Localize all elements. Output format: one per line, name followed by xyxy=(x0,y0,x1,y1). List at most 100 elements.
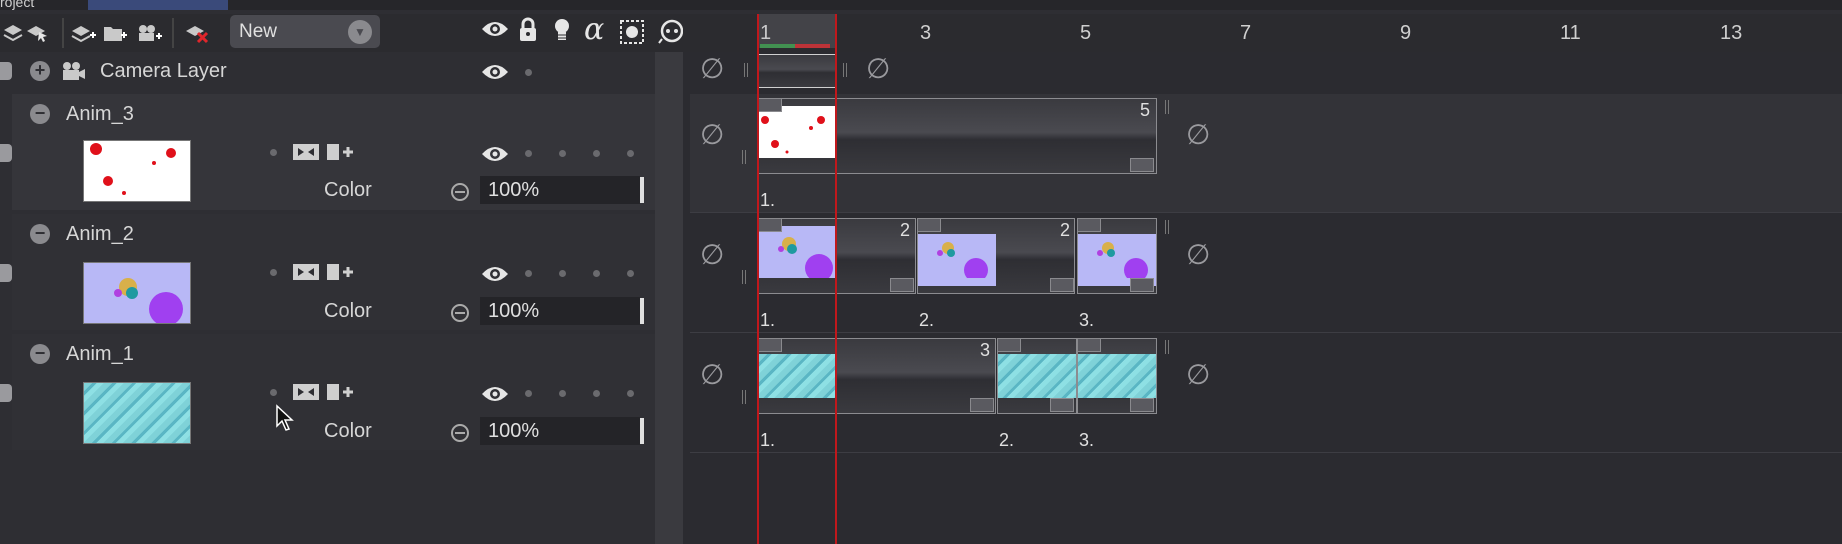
opacity-field[interactable]: 100% xyxy=(480,297,640,325)
camera-clip[interactable] xyxy=(758,54,836,88)
add-param-icon[interactable] xyxy=(326,383,356,406)
eye-icon[interactable] xyxy=(481,19,509,45)
clip-grip[interactable] xyxy=(843,63,849,77)
option-dot[interactable] xyxy=(559,270,566,277)
delete-layer-icon[interactable] xyxy=(184,20,210,46)
clip-grip[interactable] xyxy=(742,150,748,164)
timeline-ruler[interactable]: 1 3 5 7 9 11 13 xyxy=(683,14,1842,52)
clip-end-handle[interactable] xyxy=(1050,278,1074,292)
eye-icon[interactable] xyxy=(481,264,509,289)
option-dot[interactable] xyxy=(525,270,532,277)
blend-mode-icon[interactable] xyxy=(292,143,320,165)
onion-skin-icon[interactable] xyxy=(658,19,686,50)
option-dot[interactable] xyxy=(593,150,600,157)
layer-thumbnail[interactable] xyxy=(83,262,191,326)
panel-splitter[interactable] xyxy=(655,52,683,544)
sequence-label: 1. xyxy=(760,310,776,330)
option-dot[interactable] xyxy=(525,69,532,76)
clip-grip[interactable] xyxy=(742,270,748,284)
option-dot[interactable] xyxy=(593,390,600,397)
clip-start-handle[interactable] xyxy=(758,98,782,112)
clip-start-handle[interactable] xyxy=(997,338,1021,352)
clip-end-handle[interactable] xyxy=(890,278,914,292)
layer-type-dropdown[interactable]: New ▼ xyxy=(230,15,380,48)
null-keyframe-icon[interactable]: ∅ xyxy=(1186,118,1210,151)
eye-icon[interactable] xyxy=(481,62,509,87)
null-keyframe-icon[interactable]: ∅ xyxy=(700,52,724,85)
opacity-field[interactable]: 100% xyxy=(480,417,640,445)
option-dot[interactable] xyxy=(593,270,600,277)
add-folder-icon[interactable] xyxy=(102,20,128,46)
sequence-label: 3. xyxy=(1079,430,1095,450)
clip-end-handle[interactable] xyxy=(1130,398,1154,412)
eye-icon[interactable] xyxy=(481,144,509,169)
add-camera-icon[interactable] xyxy=(136,20,162,46)
light-bulb-icon[interactable] xyxy=(552,17,572,48)
opacity-slider-handle[interactable] xyxy=(640,177,644,203)
remove-param-icon[interactable] xyxy=(450,423,470,448)
opacity-slider-handle[interactable] xyxy=(640,418,644,444)
null-keyframe-icon[interactable]: ∅ xyxy=(700,238,724,271)
option-dot[interactable] xyxy=(525,150,532,157)
clip-end-handle[interactable] xyxy=(1050,398,1074,412)
playhead-end-line[interactable] xyxy=(835,14,837,544)
option-dot[interactable] xyxy=(627,270,634,277)
clip-end-handle[interactable] xyxy=(970,398,994,412)
clip-end-handle[interactable] xyxy=(1130,278,1154,292)
eye-icon[interactable] xyxy=(481,384,509,409)
blend-mode-icon[interactable] xyxy=(292,383,320,406)
clip-grip[interactable] xyxy=(742,390,748,404)
alpha-icon[interactable]: α xyxy=(584,12,604,47)
layers-icon[interactable] xyxy=(0,20,26,46)
option-dot[interactable] xyxy=(270,389,277,396)
add-param-icon[interactable] xyxy=(326,143,356,166)
option-dot[interactable] xyxy=(627,390,634,397)
camera-layer-row[interactable]: + Camera Layer xyxy=(0,54,655,90)
layer-row-anim2[interactable]: − Anim_2 Color 100% xyxy=(0,214,655,330)
collapse-icon[interactable]: − xyxy=(30,224,50,244)
pointer-layers-icon[interactable] xyxy=(24,20,50,46)
blend-mode-icon[interactable] xyxy=(292,263,320,286)
clip-end-handle[interactable] xyxy=(1130,158,1154,172)
layer-row-anim3[interactable]: − Anim_3 Color 100% xyxy=(0,94,655,210)
option-dot[interactable] xyxy=(627,150,634,157)
clip-start-handle[interactable] xyxy=(758,218,782,232)
expand-icon[interactable]: + xyxy=(30,61,50,81)
null-keyframe-icon[interactable]: ∅ xyxy=(1186,358,1210,391)
clip-start-handle[interactable] xyxy=(1077,218,1101,232)
clip-grip[interactable] xyxy=(744,63,750,77)
option-dot[interactable] xyxy=(270,149,277,156)
collapse-icon[interactable]: − xyxy=(30,344,50,364)
null-keyframe-icon[interactable]: ∅ xyxy=(700,358,724,391)
opacity-field[interactable]: 100% xyxy=(480,176,640,204)
add-param-icon[interactable] xyxy=(326,263,356,286)
opacity-slider-handle[interactable] xyxy=(640,298,644,324)
option-dot[interactable] xyxy=(559,150,566,157)
layer-thumbnail[interactable] xyxy=(83,140,191,202)
clip-start-handle[interactable] xyxy=(1077,338,1101,352)
lock-icon[interactable] xyxy=(518,17,538,48)
selected-tab[interactable] xyxy=(88,0,228,10)
layer-thumbnail[interactable] xyxy=(83,382,191,444)
mask-icon[interactable] xyxy=(620,20,644,49)
remove-param-icon[interactable] xyxy=(450,182,470,207)
playhead-start-line[interactable] xyxy=(757,14,759,544)
clip-start-handle[interactable] xyxy=(917,218,941,232)
clip-start-handle[interactable] xyxy=(758,338,782,352)
null-keyframe-icon[interactable]: ∅ xyxy=(866,52,890,85)
option-dot[interactable] xyxy=(270,269,277,276)
clip-grip[interactable] xyxy=(1165,100,1171,114)
option-dot[interactable] xyxy=(559,390,566,397)
clip-grip[interactable] xyxy=(1165,220,1171,234)
layer-row-anim1[interactable]: − Anim_1 Color 100% xyxy=(0,334,655,450)
clip-frame-count: 5 xyxy=(1140,100,1151,120)
collapse-icon[interactable]: − xyxy=(30,104,50,124)
null-keyframe-icon[interactable]: ∅ xyxy=(1186,238,1210,271)
add-layer-icon[interactable] xyxy=(70,20,96,46)
clip-grip[interactable] xyxy=(1165,340,1171,354)
sequence-label: 1. xyxy=(760,190,776,210)
project-tab-label[interactable]: roject xyxy=(0,0,34,10)
null-keyframe-icon[interactable]: ∅ xyxy=(700,118,724,151)
option-dot[interactable] xyxy=(525,390,532,397)
remove-param-icon[interactable] xyxy=(450,303,470,328)
